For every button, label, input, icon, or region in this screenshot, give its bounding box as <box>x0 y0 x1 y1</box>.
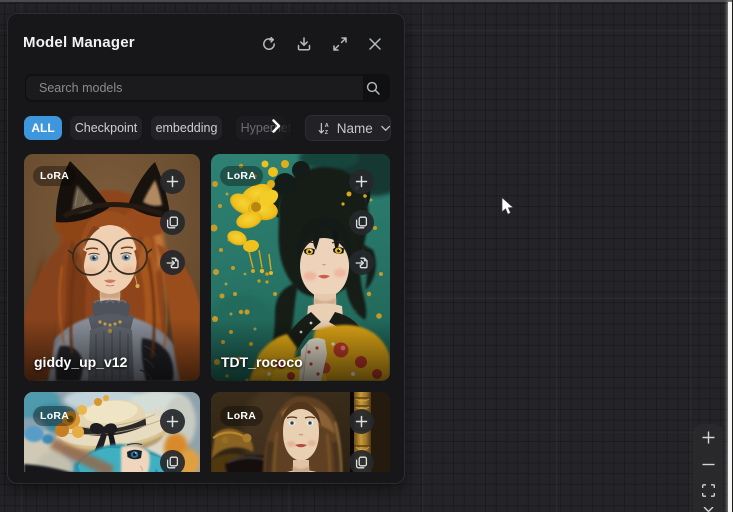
svg-text:Z: Z <box>325 129 329 135</box>
svg-text:A: A <box>325 123 329 129</box>
